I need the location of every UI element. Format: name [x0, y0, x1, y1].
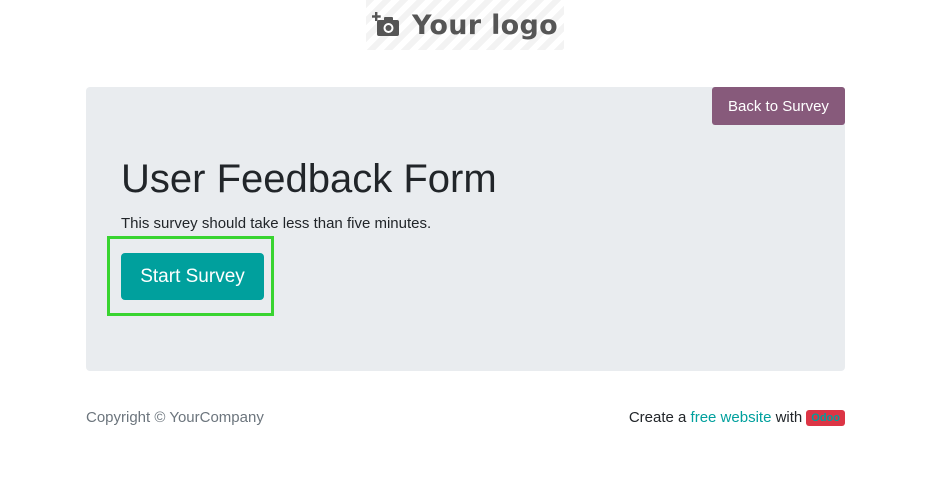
logo-text: Your logo — [412, 9, 558, 41]
odoo-badge[interactable]: Odoo — [806, 409, 845, 426]
survey-start-page: Your logo Back to Survey User Feedback F… — [0, 0, 934, 487]
back-to-survey-button[interactable]: Back to Survey — [712, 87, 845, 125]
copyright-text: Copyright © YourCompany — [86, 409, 264, 426]
start-survey-button[interactable]: Start Survey — [121, 253, 264, 300]
powered-by: Create a free website with Odoo — [629, 409, 845, 426]
survey-description: This survey should take less than five m… — [121, 215, 432, 232]
with-text: with — [775, 409, 803, 426]
survey-title: User Feedback Form — [121, 157, 497, 201]
survey-card: Back to Survey User Feedback Form This s… — [86, 87, 845, 371]
free-website-link[interactable]: free website — [691, 409, 772, 426]
camera-plus-icon — [371, 12, 402, 38]
company-logo[interactable]: Your logo — [366, 0, 564, 50]
create-prefix-text: Create a — [628, 409, 687, 426]
